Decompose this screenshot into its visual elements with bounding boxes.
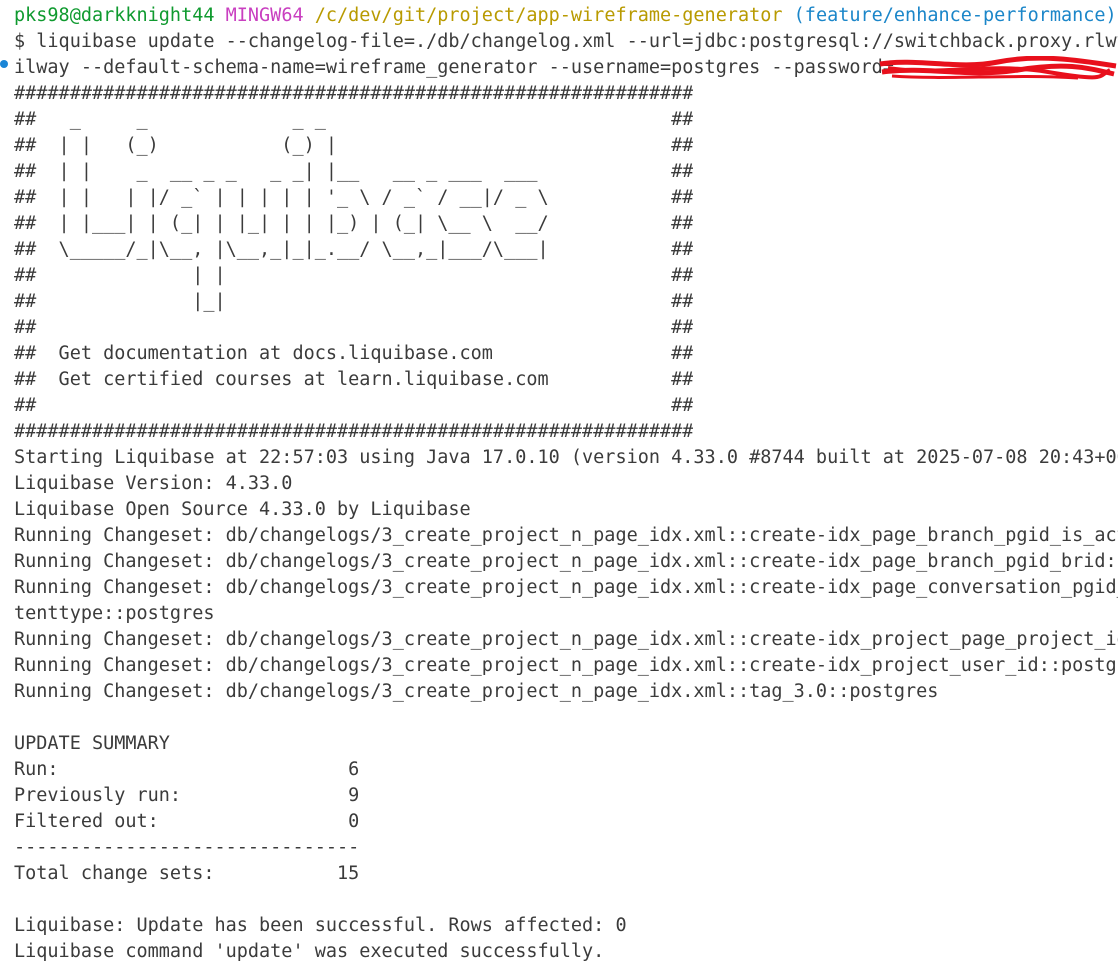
banner-line: ## _ _ _ _ ## xyxy=(14,109,694,130)
prompt-path: /c/dev/git/project/app-wireframe-generat… xyxy=(314,5,783,26)
terminal-output[interactable]: pks98@darkknight44 MINGW64 /c/dev/git/pr… xyxy=(0,0,1118,972)
banner-line: ## | | ## xyxy=(14,265,694,286)
summary-divider: ------------------------------- xyxy=(14,837,360,858)
prompt-shell: MINGW64 xyxy=(225,5,304,26)
prompt-branch: (feature/enhance-performance) xyxy=(793,5,1117,26)
summary-title: UPDATE SUMMARY xyxy=(14,733,170,754)
changeset-line: Running Changeset: db/changelogs/3_creat… xyxy=(14,551,1118,572)
command-line-1: $ liquibase update --changelog-file=./db… xyxy=(14,31,1118,52)
banner-line: ########################################… xyxy=(14,421,694,442)
result-line-2: Liquibase command 'update' was executed … xyxy=(14,941,605,962)
banner-line: ## | | _ __ _ _ _ _| |__ __ _ ___ ___ ## xyxy=(14,161,694,182)
summary-previously-run: Previously run: 9 xyxy=(14,785,360,806)
banner-line: ## | | (_) (_) | ## xyxy=(14,135,694,156)
summary-filtered-out: Filtered out: 0 xyxy=(14,811,360,832)
banner-courses-line: ## Get certified courses at learn.liquib… xyxy=(14,369,694,390)
banner-line: ## | | | |/ _` | | | | | '_ \ / _` / __|… xyxy=(14,187,694,208)
summary-total: Total change sets: 15 xyxy=(14,863,360,884)
output-line: Starting Liquibase at 22:57:03 using Jav… xyxy=(14,447,1118,468)
banner-line: ## ## xyxy=(14,317,694,338)
changeset-line: Running Changeset: db/changelogs/3_creat… xyxy=(14,525,1118,546)
banner-docs-line: ## Get documentation at docs.liquibase.c… xyxy=(14,343,694,364)
line-marker-icon xyxy=(0,60,8,68)
password-redaction-scribble xyxy=(878,56,1118,82)
banner-line: ########################################… xyxy=(14,83,694,104)
banner-line: ## \_____/_|\__, |\__,_|_|_.__/ \__,_|__… xyxy=(14,239,694,260)
banner-line: ## | |___| | (_| | |_| | | |_) | (_| \__… xyxy=(14,213,694,234)
prompt-line: pks98@darkknight44 MINGW64 /c/dev/git/pr… xyxy=(14,3,1118,29)
summary-run: Run: 6 xyxy=(14,759,360,780)
banner-line: ## |_| ## xyxy=(14,291,694,312)
changeset-line: Running Changeset: db/changelogs/3_creat… xyxy=(14,655,1118,676)
result-line-1: Liquibase: Update has been successful. R… xyxy=(14,915,627,936)
prompt-user-host: pks98@darkknight44 xyxy=(14,5,215,26)
changeset-line: tenttype::postgres xyxy=(14,603,215,624)
output-line: Liquibase Version: 4.33.0 xyxy=(14,473,293,494)
banner-line: ## ## xyxy=(14,395,694,416)
changeset-line: Running Changeset: db/changelogs/3_creat… xyxy=(14,629,1118,650)
output-line: Liquibase Open Source 4.33.0 by Liquibas… xyxy=(14,499,471,520)
changeset-line: Running Changeset: db/changelogs/3_creat… xyxy=(14,577,1118,598)
changeset-line: Running Changeset: db/changelogs/3_creat… xyxy=(14,681,939,702)
